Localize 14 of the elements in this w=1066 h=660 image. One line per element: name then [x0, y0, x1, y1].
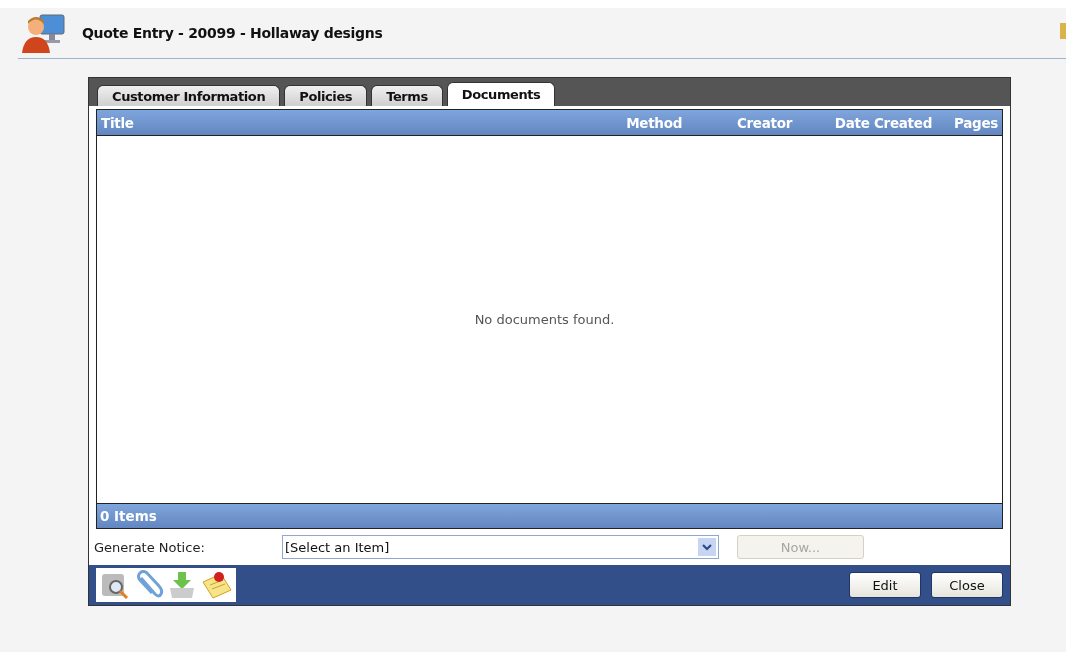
item-count: 0 Items — [99, 508, 157, 524]
tab[interactable]: Customer Information — [97, 85, 281, 106]
notice-dropdown[interactable]: [Select an Item] — [282, 535, 719, 559]
tab[interactable]: Policies — [284, 85, 368, 106]
caret-icon — [698, 538, 716, 556]
dialog-button[interactable]: Edit — [849, 572, 921, 598]
empty-message: No documents found. — [474, 312, 615, 327]
tab[interactable]: Terms — [371, 85, 443, 106]
dialog-button[interactable]: Close — [931, 572, 1003, 598]
generate-notice-label: Generate Notice: — [94, 539, 206, 555]
window-title: Quote Entry - 20099 - Hollaway designs — [82, 25, 383, 41]
pinned-note-icon[interactable] — [199, 570, 233, 600]
user-computer-icon — [22, 13, 66, 53]
tab[interactable]: Documents — [446, 82, 556, 106]
